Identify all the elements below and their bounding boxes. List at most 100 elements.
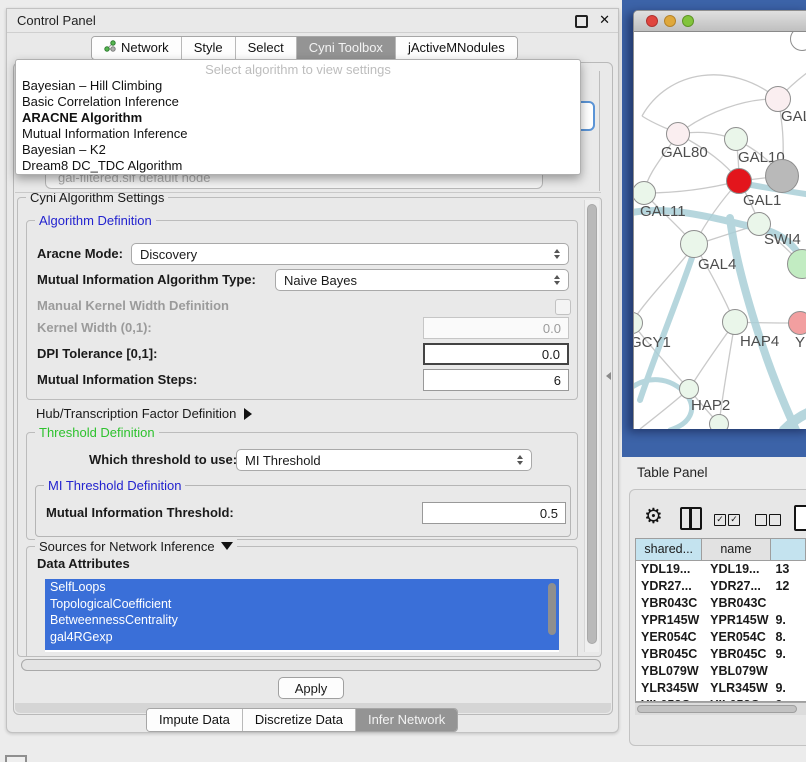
column-header-3[interactable]: [771, 539, 806, 560]
panel-resize-arrow-icon[interactable]: [606, 372, 611, 380]
node-label-hap2: HAP2: [691, 397, 730, 414]
table-row[interactable]: YBR045CYBR045C9.: [636, 646, 806, 663]
network-node-gal10[interactable]: [724, 127, 748, 151]
algorithm-option-dream8-dc-tdc-algorithm[interactable]: Dream8 DC_TDC Algorithm: [16, 158, 580, 174]
gear-icon[interactable]: ⚙: [644, 504, 663, 529]
network-node-hap4[interactable]: [722, 309, 748, 335]
hidden-groupbox-edge: [599, 71, 600, 191]
aracne-mode-combo[interactable]: Discovery: [131, 243, 569, 265]
network-node-gal4[interactable]: [680, 230, 708, 258]
tab-discretize-data[interactable]: Discretize Data: [243, 709, 356, 731]
node-table: shared...name YDL19...YDL19...13YDR27...…: [635, 538, 806, 702]
settings-horizontal-scrollbar[interactable]: [21, 659, 601, 671]
aracne-mode-value: Discovery: [140, 247, 197, 262]
minimized-panel-icon[interactable]: [5, 755, 27, 762]
algorithm-option-basic-correlation-inference[interactable]: Basic Correlation Inference: [16, 94, 580, 110]
network-node-gal1[interactable]: [726, 168, 752, 194]
table-row[interactable]: YER054CYER054C8.: [636, 629, 806, 646]
float-window-icon[interactable]: [575, 15, 588, 28]
dpi-tolerance-field[interactable]: 0.0: [423, 343, 569, 365]
apply-button[interactable]: Apply: [278, 677, 344, 699]
table-cell: [770, 595, 806, 612]
expanded-arrow-icon: [221, 542, 233, 550]
tab-jactivemnodules[interactable]: jActiveMNodules: [396, 37, 517, 59]
table-row[interactable]: YPR145WYPR145W9.: [636, 612, 806, 629]
tab-network[interactable]: Network: [92, 37, 182, 59]
network-node[interactable]: [765, 159, 799, 193]
split-columns-icon[interactable]: [680, 507, 702, 530]
table-cell: YDR27...: [702, 578, 770, 595]
node-label-gal4: GAL4: [698, 256, 736, 273]
tab-cyni-toolbox[interactable]: Cyni Toolbox: [297, 37, 396, 59]
tab-style[interactable]: Style: [182, 37, 236, 59]
table-cell: YBR043C: [636, 595, 702, 612]
network-node-hap2[interactable]: [679, 379, 699, 399]
settings-scrollbar-thumb[interactable]: [587, 204, 597, 644]
algorithm-option-mutual-information-inference[interactable]: Mutual Information Inference: [16, 126, 580, 142]
unchecked-box-icon[interactable]: [755, 514, 767, 526]
table-panel-title: Table Panel: [637, 465, 708, 480]
table-scrollbar-thumb[interactable]: [637, 705, 797, 713]
table-cell: 13: [770, 561, 806, 578]
table-row[interactable]: YBL079WYBL079W: [636, 663, 806, 680]
which-threshold-combo[interactable]: MI Threshold: [236, 449, 532, 471]
sources-group-title[interactable]: Sources for Network Inference: [35, 539, 237, 554]
hub-definition-label: Hub/Transcription Factor Definition: [36, 406, 236, 421]
tab-select[interactable]: Select: [236, 37, 297, 59]
close-light-icon[interactable]: [646, 15, 658, 27]
mi-threshold-definition-title: MI Threshold Definition: [44, 478, 185, 493]
column-header-shared[interactable]: shared...: [636, 539, 702, 560]
table-cell: YPR145W: [636, 612, 702, 629]
stepper-icon: [517, 455, 523, 465]
dpi-tolerance-value: 0.0: [542, 347, 560, 362]
tab-infer-network[interactable]: Infer Network: [356, 709, 457, 731]
tab-impute-data[interactable]: Impute Data: [147, 709, 243, 731]
algorithm-option-bayesian-k2[interactable]: Bayesian – K2: [16, 142, 580, 158]
manual-kernel-checkbox[interactable]: [555, 299, 571, 315]
dpi-tolerance-label: DPI Tolerance [0,1]:: [37, 343, 157, 365]
node-label-hap4: HAP4: [740, 333, 779, 350]
network-node-y[interactable]: [788, 311, 806, 335]
network-window-titlebar: [634, 11, 806, 32]
checked-box-icon[interactable]: ✓: [728, 514, 740, 526]
table-row[interactable]: YBR043CYBR043C: [636, 595, 806, 612]
mi-steps-field[interactable]: 6: [423, 369, 569, 391]
table-row[interactable]: YLR345WYLR345W9.: [636, 680, 806, 697]
document-icon[interactable]: [794, 505, 806, 531]
table-row[interactable]: YDR27...YDR27...12: [636, 578, 806, 595]
table-header-row: shared...name: [636, 539, 806, 561]
sources-title-text: Sources for Network Inference: [39, 539, 215, 554]
network-canvas[interactable]: GALGAL80GAL10GAL1GAL11SWI4GAL4GCY1HAP4YH…: [634, 32, 806, 429]
table-cell: [770, 663, 806, 680]
minimize-light-icon[interactable]: [664, 15, 676, 27]
network-node[interactable]: [709, 414, 729, 429]
unchecked-box-icon[interactable]: [769, 514, 781, 526]
network-node-gal80[interactable]: [666, 122, 690, 146]
table-cell: 9.: [770, 680, 806, 697]
close-icon[interactable]: ✕: [599, 12, 610, 28]
attribute-item-topologicalcoefficient[interactable]: TopologicalCoefficient: [45, 596, 559, 613]
table-row[interactable]: YDL19...YDL19...13: [636, 561, 806, 578]
cyni-algorithm-settings-group: Cyni Algorithm Settings Algorithm Defini…: [17, 197, 602, 657]
table-cell: YBR045C: [702, 646, 770, 663]
mi-threshold-value: 0.5: [540, 506, 558, 521]
attributes-scrollbar-thumb[interactable]: [548, 583, 556, 635]
table-horizontal-scrollbar[interactable]: [635, 702, 806, 715]
attribute-item-betweennesscentrality[interactable]: BetweennessCentrality: [45, 612, 559, 629]
mi-threshold-definition-group: MI Threshold Definition Mutual Informati…: [35, 485, 571, 537]
panel-divider: [15, 192, 601, 193]
mi-threshold-field[interactable]: 0.5: [422, 502, 566, 524]
column-header-name[interactable]: name: [702, 539, 770, 560]
hub-definition-toggle[interactable]: Hub/Transcription Factor Definition: [36, 406, 252, 421]
attribute-item-selfloops[interactable]: SelfLoops: [45, 579, 559, 596]
mi-type-combo[interactable]: Naive Bayes: [275, 269, 569, 291]
zoom-light-icon[interactable]: [682, 15, 694, 27]
algorithm-option-aracne-algorithm[interactable]: ARACNE Algorithm: [16, 110, 580, 126]
node-label-gal80: GAL80: [661, 144, 708, 161]
settings-vertical-scrollbar[interactable]: [584, 200, 599, 652]
checked-box-icon[interactable]: ✓: [714, 514, 726, 526]
node-label-y: Y: [795, 334, 805, 351]
aracne-mode-label: Aracne Mode:: [37, 243, 123, 265]
algorithm-option-bayesian-hill-climbing[interactable]: Bayesian – Hill Climbing: [16, 78, 580, 94]
attribute-item-gal4rgexp[interactable]: gal4RGexp: [45, 629, 559, 646]
